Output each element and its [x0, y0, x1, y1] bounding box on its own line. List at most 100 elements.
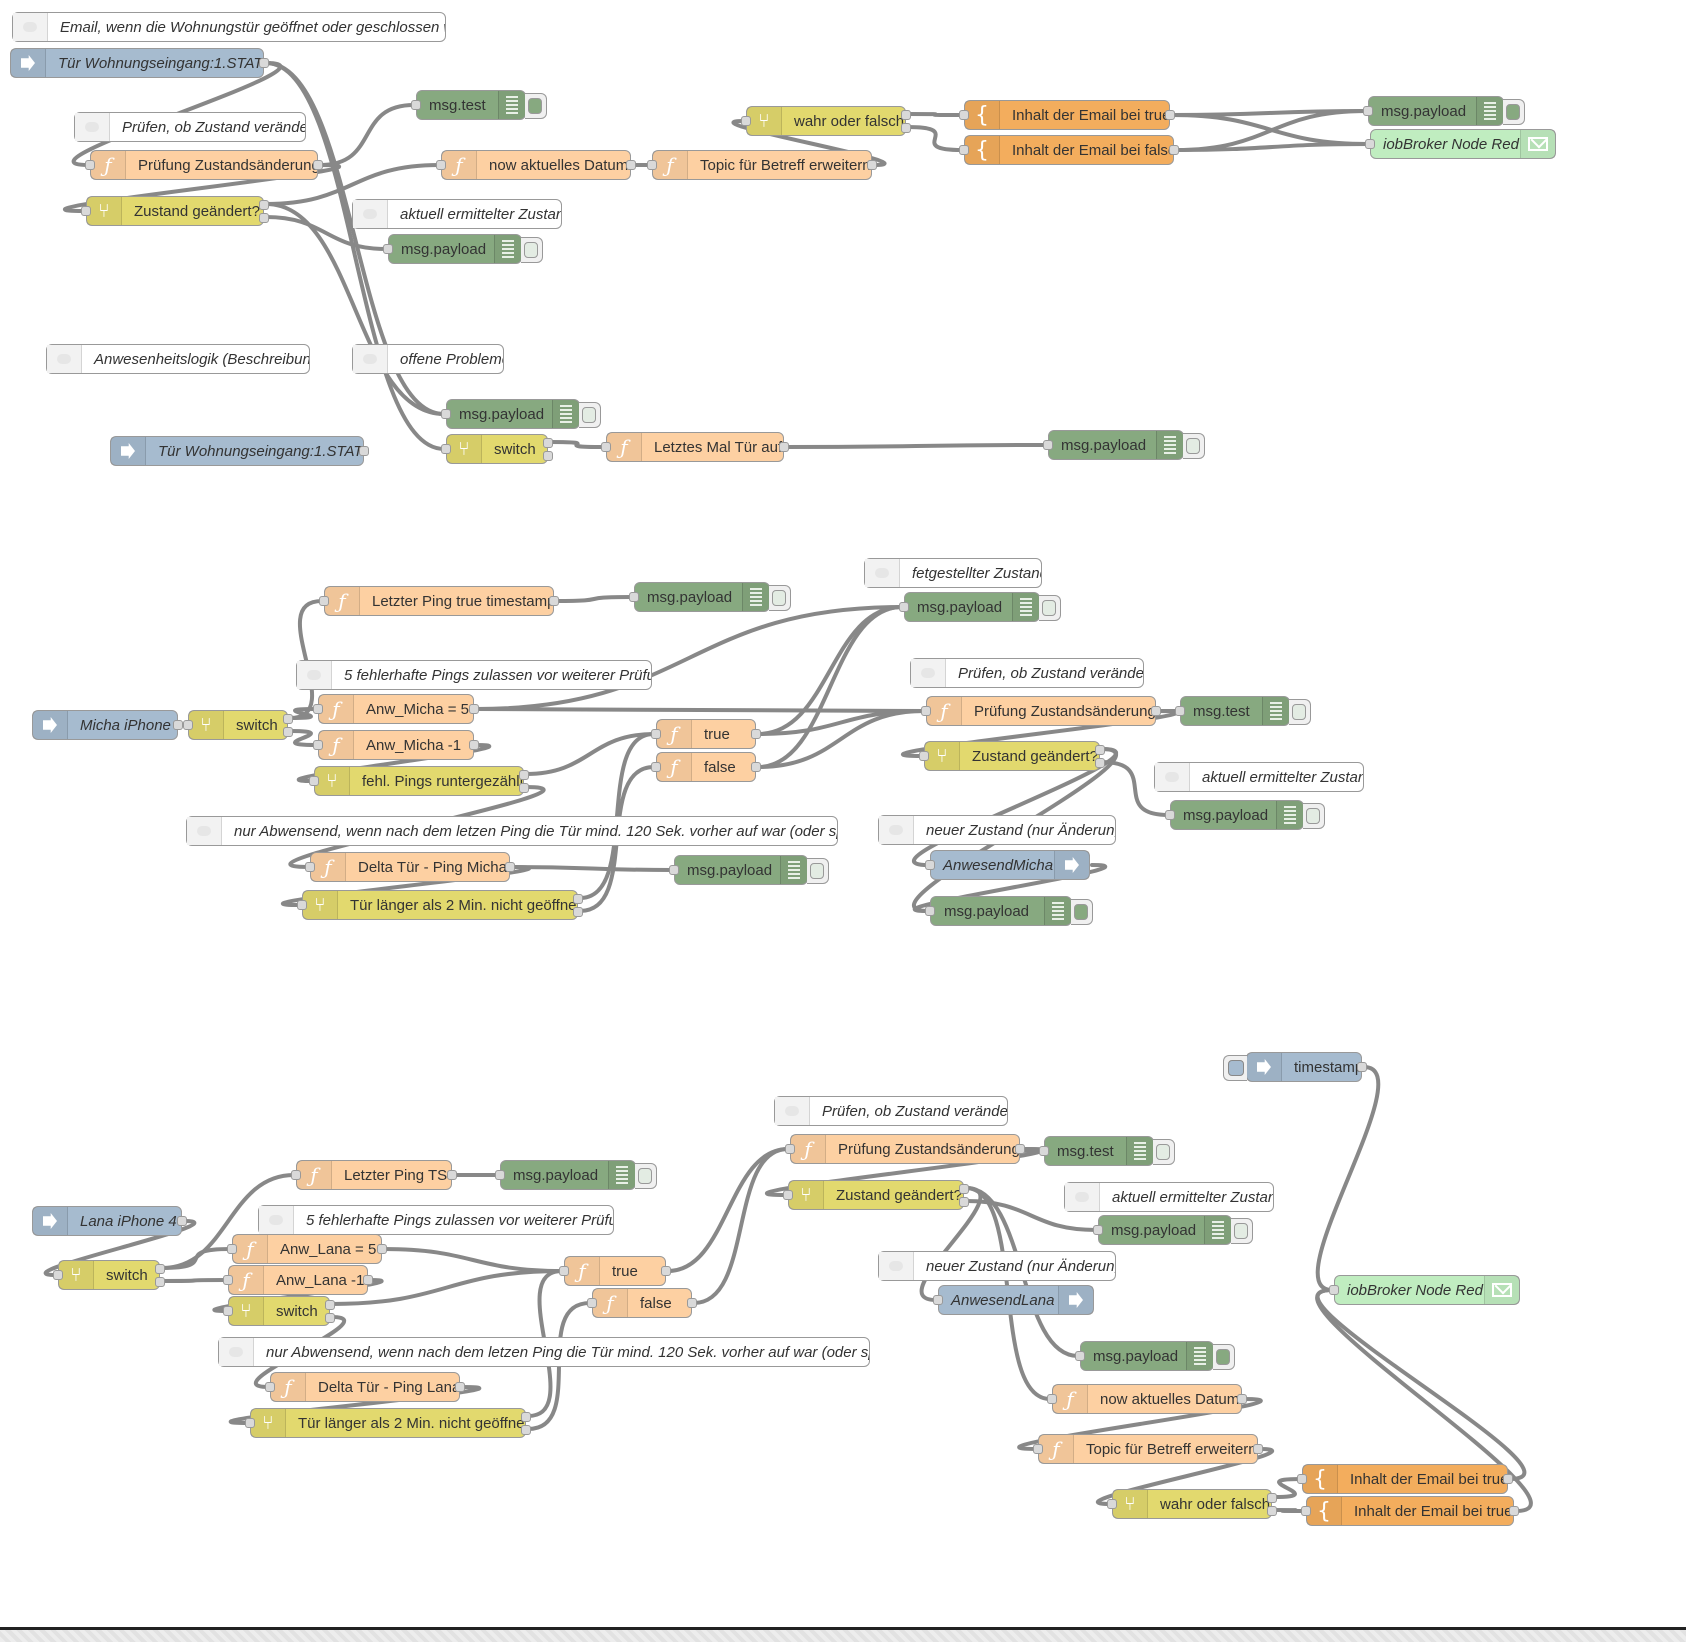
input-port[interactable]: [587, 1298, 597, 1308]
wire[interactable]: [756, 605, 904, 736]
output-port[interactable]: [751, 762, 761, 772]
function-node[interactable]: ƒ Delta Tür - Ping Lana: [265, 1372, 465, 1402]
flow-canvas[interactable]: Email, wenn die Wohnungstür geöffnet ode…: [0, 0, 1686, 1627]
debug-toggle-button[interactable]: [525, 93, 547, 119]
input-port[interactable]: [383, 244, 393, 254]
function-node[interactable]: ƒ Anw_Micha -1: [313, 730, 479, 760]
canvas-bottom-scrollbar[interactable]: [0, 1627, 1686, 1642]
input-port[interactable]: [1047, 1394, 1057, 1404]
debug-node[interactable]: msg.payload: [441, 399, 601, 429]
switch-node[interactable]: ⑂ switch: [441, 434, 553, 464]
switch-node[interactable]: ⑂ switch: [183, 710, 293, 740]
output-port[interactable]: [325, 1313, 335, 1323]
wire[interactable]: [1272, 1508, 1306, 1513]
output-port[interactable]: [1509, 1506, 1519, 1516]
email-node[interactable]: iobBroker Node Red: [1329, 1275, 1520, 1305]
input-port[interactable]: [1175, 706, 1185, 716]
input-port[interactable]: [1301, 1506, 1311, 1516]
debug-node[interactable]: msg.test: [1175, 696, 1311, 726]
function-node[interactable]: ƒ Letzter Ping TS: [291, 1160, 457, 1190]
output-port[interactable]: [359, 446, 369, 456]
input-port[interactable]: [319, 596, 329, 606]
switch-node[interactable]: ⑂ Zustand geändert?: [919, 741, 1105, 771]
function-node[interactable]: ƒ now aktuelles Datum: [436, 150, 636, 180]
function-node[interactable]: ƒ Topic für Betreff erweitern: [1033, 1434, 1263, 1464]
comment-node[interactable]: Email, wenn die Wohnungstür geöffnet ode…: [12, 12, 446, 42]
debug-node[interactable]: msg.payload: [1363, 96, 1525, 126]
output-port[interactable]: [751, 729, 761, 739]
comment-node[interactable]: offene Probleme: [352, 344, 504, 374]
debug-toggle-button[interactable]: [807, 858, 829, 884]
function-node[interactable]: ƒ true: [559, 1256, 671, 1286]
switch-node[interactable]: ⑂ switch: [53, 1260, 165, 1290]
input-port[interactable]: [1039, 1146, 1049, 1156]
debug-toggle-button[interactable]: [1213, 1344, 1235, 1370]
input-port[interactable]: [291, 1170, 301, 1180]
comment-node[interactable]: Prüfen, ob Zustand verändert: [910, 658, 1144, 688]
comment-node[interactable]: aktuell ermittelter Zustand: [352, 199, 562, 229]
output-port[interactable]: [959, 1197, 969, 1207]
input-port[interactable]: [919, 751, 929, 761]
wire[interactable]: [1315, 1288, 1527, 1481]
switch-node[interactable]: ⑂ switch: [223, 1296, 335, 1326]
comment-node[interactable]: neuer Zustand (nur Änderung): [878, 1251, 1116, 1281]
input-port[interactable]: [1033, 1444, 1043, 1454]
output-port[interactable]: [363, 1275, 373, 1285]
function-node[interactable]: ƒ false: [651, 752, 761, 782]
output-port[interactable]: [283, 727, 293, 737]
output-port[interactable]: [259, 213, 269, 223]
output-port[interactable]: [455, 1382, 465, 1392]
wire[interactable]: [1170, 109, 1368, 117]
debug-toggle-button[interactable]: [635, 1163, 657, 1189]
debug-toggle-button[interactable]: [1183, 433, 1205, 459]
function-node[interactable]: ƒ Delta Tür - Ping Micha: [305, 852, 515, 882]
wire[interactable]: [666, 1147, 790, 1273]
output-port[interactable]: [543, 451, 553, 461]
input-port[interactable]: [411, 100, 421, 110]
debug-node[interactable]: msg.test: [1039, 1136, 1175, 1166]
output-port[interactable]: [1095, 745, 1105, 755]
output-port[interactable]: [661, 1266, 671, 1276]
input-port[interactable]: [959, 145, 969, 155]
switch-node[interactable]: ⑂ wahr oder falsch: [741, 106, 911, 136]
output-port[interactable]: [1015, 1144, 1025, 1154]
wire[interactable]: [160, 1278, 228, 1283]
wire[interactable]: [510, 865, 674, 872]
input-port[interactable]: [223, 1275, 233, 1285]
wire[interactable]: [1174, 109, 1368, 152]
output-port[interactable]: [469, 740, 479, 750]
input-port[interactable]: [313, 740, 323, 750]
output-port[interactable]: [469, 704, 479, 714]
output-port[interactable]: [1357, 1062, 1367, 1072]
output-port[interactable]: [155, 1277, 165, 1287]
output-node[interactable]: AnwesendLana: [933, 1285, 1094, 1315]
inject-trigger-button[interactable]: [1223, 1055, 1247, 1081]
switch-node[interactable]: ⑂ fehl. Pings runtergezählt: [309, 766, 529, 796]
debug-node[interactable]: msg.payload: [669, 855, 829, 885]
input-port[interactable]: [1107, 1499, 1117, 1509]
switch-node[interactable]: ⑂ Tür länger als 2 Min. nicht geöffnet: [245, 1408, 531, 1438]
output-port[interactable]: [573, 894, 583, 904]
wire[interactable]: [756, 709, 926, 736]
input-port[interactable]: [227, 1244, 237, 1254]
wire[interactable]: [784, 443, 1048, 449]
input-port[interactable]: [53, 1270, 63, 1280]
wire[interactable]: [554, 595, 634, 603]
debug-toggle-button[interactable]: [1039, 595, 1061, 621]
switch-node[interactable]: ⑂ wahr oder falsch: [1107, 1489, 1277, 1519]
output-port[interactable]: [1169, 145, 1179, 155]
input-port[interactable]: [85, 160, 95, 170]
output-port[interactable]: [543, 438, 553, 448]
inject-node[interactable]: Micha iPhone 6: [32, 710, 183, 740]
debug-node[interactable]: msg.payload: [383, 234, 543, 264]
template-node[interactable]: {Inhalt der Email bei true: [1297, 1464, 1513, 1494]
function-node[interactable]: ƒ Prüfung Zustandsänderung: [921, 696, 1161, 726]
output-port[interactable]: [959, 1184, 969, 1194]
comment-node[interactable]: Anwesenheitslogik (Beschreibung): [46, 344, 310, 374]
output-port[interactable]: [1095, 758, 1105, 768]
function-node[interactable]: ƒ Letzter Ping true timestamp: [319, 586, 559, 616]
comment-node[interactable]: nur Abwensend, wenn nach dem letzen Ping…: [218, 1337, 870, 1367]
wire[interactable]: [382, 1247, 564, 1273]
input-port[interactable]: [921, 706, 931, 716]
input-port[interactable]: [783, 1190, 793, 1200]
